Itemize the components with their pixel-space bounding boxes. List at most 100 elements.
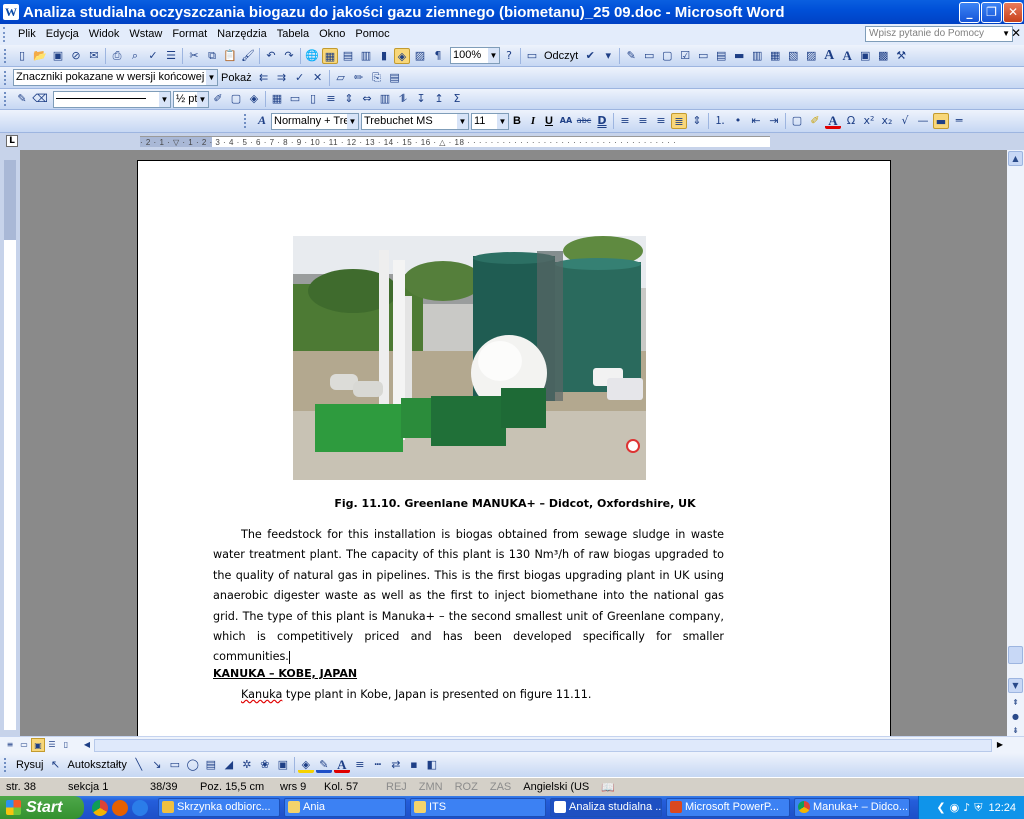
- table-form-icon[interactable]: ▦: [767, 48, 783, 64]
- menu-view[interactable]: Widok: [84, 25, 125, 44]
- diagram-icon[interactable]: ✲: [239, 757, 255, 773]
- print-preview-icon[interactable]: ⌕: [127, 48, 143, 64]
- network-icon[interactable]: ◉: [950, 801, 960, 814]
- decrease-indent-icon[interactable]: ⇤: [748, 113, 764, 129]
- word-app-icon[interactable]: W: [3, 4, 19, 20]
- reviewing-pane-icon[interactable]: ▤: [387, 70, 403, 86]
- outside-border-icon[interactable]: ▢: [789, 113, 805, 129]
- font-color-icon[interactable]: A: [825, 113, 841, 129]
- start-button[interactable]: Start: [0, 796, 84, 819]
- reject-change-icon[interactable]: ✕: [310, 70, 326, 86]
- save-icon[interactable]: ▣: [50, 48, 66, 64]
- image-icon[interactable]: ▣: [857, 48, 873, 64]
- bold-button[interactable]: B: [509, 115, 525, 127]
- insert-table-icon[interactable]: ▦: [269, 91, 285, 107]
- close-button[interactable]: ✕: [1003, 2, 1023, 23]
- chevron-down-icon[interactable]: ▼: [159, 91, 170, 107]
- permission-icon[interactable]: ⊘: [68, 48, 84, 64]
- format-painter-icon[interactable]: 🖌: [240, 48, 256, 64]
- menu-table[interactable]: Tabela: [272, 25, 314, 44]
- small-caps-icon[interactable]: AA: [558, 113, 574, 129]
- font-icon[interactable]: A: [821, 48, 837, 64]
- italic-button[interactable]: I: [525, 115, 541, 127]
- font-size-select[interactable]: 11 ▼: [471, 112, 509, 130]
- shading-form-icon[interactable]: ▨: [803, 48, 819, 64]
- line-style-icon[interactable]: ≡: [352, 757, 368, 773]
- body-paragraph-2[interactable]: Kanuka type plant in Kobe, Japan is pres…: [241, 688, 591, 701]
- browse-object-icon[interactable]: ●: [1008, 710, 1023, 725]
- toolbar-grip[interactable]: [4, 92, 10, 106]
- taskbar-item-powerpoint[interactable]: Microsoft PowerP...: [666, 798, 790, 817]
- columns-icon[interactable]: ▮: [376, 48, 392, 64]
- previous-change-icon[interactable]: ⇇: [256, 70, 272, 86]
- zoom-select[interactable]: 100% ▼: [450, 47, 500, 64]
- toolbar-grip[interactable]: [4, 48, 10, 63]
- eraser-icon[interactable]: ⌫: [32, 91, 48, 107]
- vertical-scrollbar[interactable]: ▲ ▼ ⇞ ● ⇟: [1007, 150, 1024, 736]
- taskbar-item-word[interactable]: Analiza studialna ...: [550, 798, 662, 817]
- status-language[interactable]: Angielski (US: [517, 781, 595, 793]
- status-track-changes[interactable]: ZMN: [413, 781, 449, 793]
- chevron-down-icon[interactable]: ▼: [197, 91, 208, 107]
- display-for-review-select[interactable]: Znaczniki pokazane w wersji końcowej ▼: [13, 69, 218, 86]
- chrome-icon[interactable]: [92, 799, 108, 816]
- drawing-icon[interactable]: ◈: [394, 47, 410, 64]
- track-changes-icon[interactable]: ⎘: [369, 70, 385, 86]
- chevron-down-icon[interactable]: ▼: [457, 113, 468, 129]
- double-line-icon[interactable]: ═: [951, 113, 967, 129]
- autosum-icon[interactable]: Σ: [449, 91, 465, 107]
- menu-insert[interactable]: Wstaw: [124, 25, 167, 44]
- clipart-icon[interactable]: ❀: [257, 757, 273, 773]
- normal-view-icon[interactable]: ≡: [3, 738, 17, 752]
- insert-table-icon[interactable]: ▤: [340, 48, 356, 64]
- list-icon[interactable]: ▤: [713, 48, 729, 64]
- text-direction-icon[interactable]: ⥮: [395, 91, 411, 107]
- hyperlink-icon[interactable]: 🌐: [304, 48, 320, 64]
- menu-help[interactable]: Pomoc: [350, 25, 394, 44]
- tab-selector[interactable]: L: [6, 135, 18, 147]
- document-close-icon[interactable]: ✕: [1011, 26, 1021, 40]
- figure-photo-greenlane-plant[interactable]: [293, 236, 646, 480]
- taskbar-item-ania[interactable]: Ania: [284, 798, 406, 817]
- split-cells-icon[interactable]: ▯: [305, 91, 321, 107]
- highlight-icon[interactable]: ✏: [351, 70, 367, 86]
- outside-border-icon[interactable]: ▢: [228, 91, 244, 107]
- line-style-select[interactable]: ▼: [53, 90, 171, 108]
- line-spacing-icon[interactable]: ⇕: [689, 113, 705, 129]
- body-paragraph[interactable]: The feedstock for this installation is b…: [213, 525, 724, 668]
- status-extend[interactable]: ROZ: [449, 781, 484, 793]
- fill-color-icon[interactable]: ◈: [297, 757, 314, 773]
- shadow-style-icon[interactable]: ▪: [406, 757, 422, 773]
- security-icon[interactable]: ⛨: [974, 801, 982, 815]
- symbol-icon[interactable]: Ω: [843, 113, 859, 129]
- tools-icon[interactable]: ⚒: [893, 48, 909, 64]
- box-icon[interactable]: ▢: [659, 48, 675, 64]
- distribute-rows-icon[interactable]: ⇕: [341, 91, 357, 107]
- reading-view-icon[interactable]: ▯: [59, 738, 73, 752]
- volume-icon[interactable]: ♪: [963, 801, 970, 814]
- oval-icon[interactable]: ◯: [185, 757, 201, 773]
- previous-page-icon[interactable]: ⇞: [1008, 696, 1023, 711]
- help-icon[interactable]: ?: [501, 48, 517, 64]
- menu-window[interactable]: Okno: [314, 25, 350, 44]
- outline-view-icon[interactable]: ☰: [45, 738, 59, 752]
- internet-explorer-icon[interactable]: [132, 799, 148, 816]
- select-objects-icon[interactable]: ↖: [48, 757, 64, 773]
- chevron-down-icon[interactable]: ▼: [1002, 27, 1010, 41]
- autoshapes-menu-button[interactable]: Autokształty: [65, 759, 130, 771]
- chevron-down-icon[interactable]: ▼: [488, 48, 499, 63]
- double-underline-icon[interactable]: D: [594, 113, 610, 129]
- print-layout-icon[interactable]: ▣: [31, 738, 45, 752]
- print-icon[interactable]: ⎙: [109, 48, 125, 64]
- menu-tools[interactable]: Narzędzia: [212, 25, 272, 44]
- line-weight-select[interactable]: ½ pt ▼: [173, 90, 209, 108]
- edit-icon[interactable]: ✎: [623, 48, 639, 64]
- web-view-icon[interactable]: ▭: [17, 738, 31, 752]
- shading-color-icon[interactable]: ◈: [246, 91, 262, 107]
- style-icon[interactable]: A: [839, 48, 855, 64]
- increase-indent-icon[interactable]: ⇥: [766, 113, 782, 129]
- line-icon[interactable]: ╲: [131, 757, 147, 773]
- horizontal-scrollbar[interactable]: ≡ ▭ ▣ ☰ ▯ ◀ ▶: [0, 736, 1024, 753]
- dash-style-icon[interactable]: ┅: [370, 757, 386, 773]
- styles-pane-icon[interactable]: A: [254, 113, 270, 129]
